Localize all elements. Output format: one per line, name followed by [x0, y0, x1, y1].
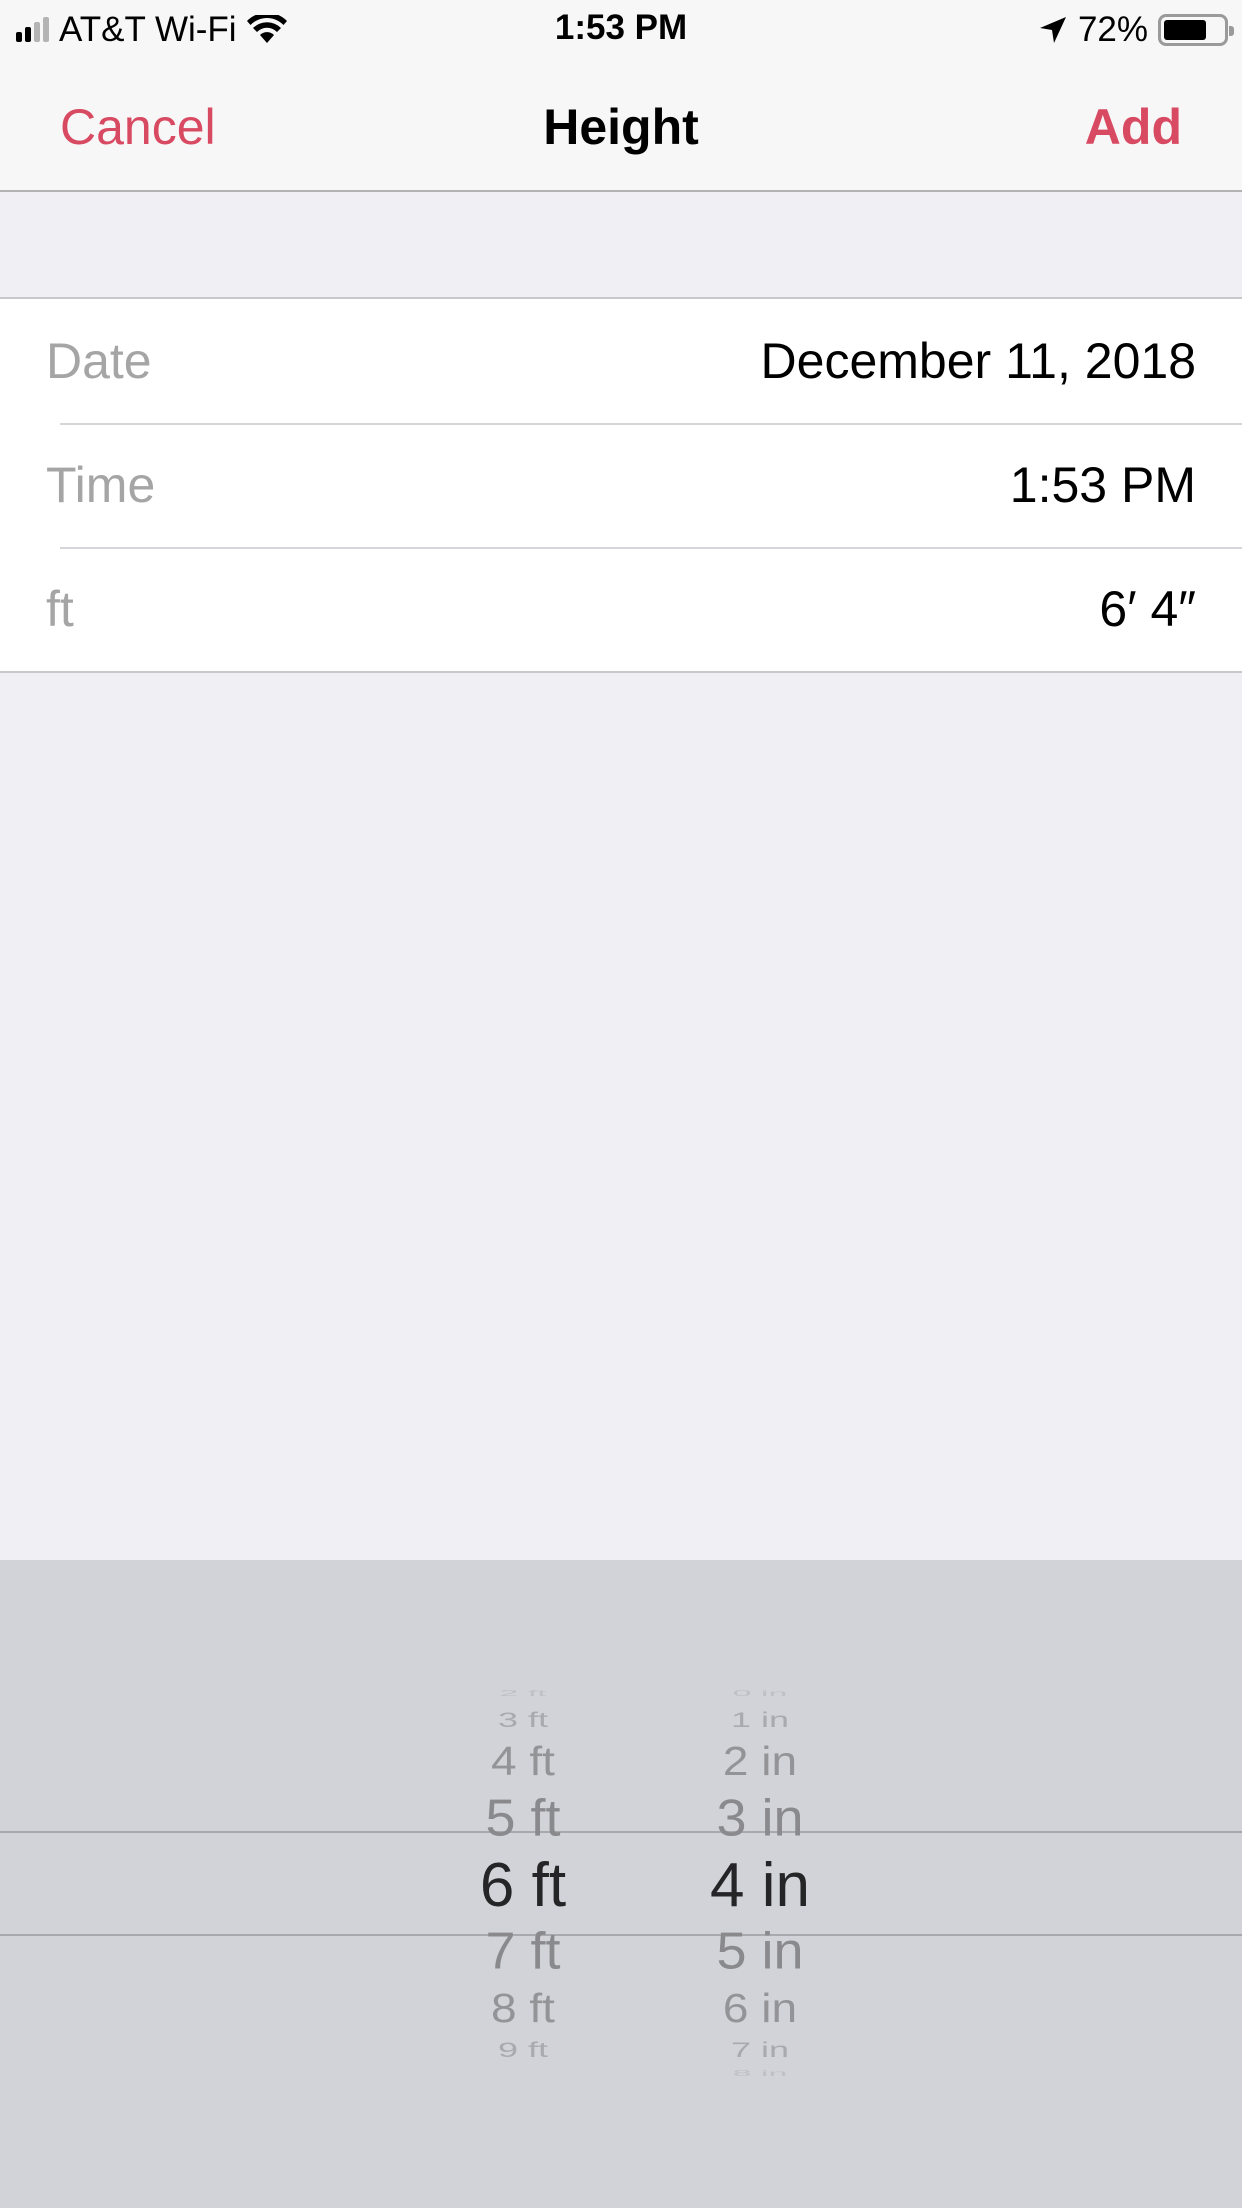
- time-row[interactable]: Time 1:53 PM: [0, 423, 1242, 547]
- inches-option-selected[interactable]: 4 in: [660, 1855, 860, 1917]
- feet-option[interactable]: 5 ft: [423, 1792, 623, 1844]
- wifi-icon: [246, 15, 287, 43]
- feet-option-selected[interactable]: 6 ft: [423, 1855, 623, 1917]
- status-bar: AT&T Wi-Fi 1:53 PM 72%: [0, 0, 1242, 60]
- cancel-button[interactable]: Cancel: [60, 98, 216, 156]
- inches-option[interactable]: 8 in: [660, 2069, 860, 2078]
- inches-option[interactable]: 1 in: [660, 1709, 860, 1731]
- time-value: 1:53 PM: [1009, 457, 1196, 513]
- add-button[interactable]: Add: [1085, 98, 1182, 156]
- navigation-bar: Cancel Height Add: [0, 60, 1242, 192]
- inches-wheel[interactable]: 0 in 1 in 2 in 3 in 4 in 5 in 6 in 7 in 8 in: [660, 1560, 860, 2208]
- feet-option[interactable]: 8 ft: [423, 1988, 623, 2028]
- height-unit-label: ft: [46, 581, 74, 637]
- inches-option[interactable]: 5 in: [660, 1925, 860, 1977]
- battery-nub: [1229, 26, 1234, 36]
- status-time: 1:53 PM: [554, 8, 688, 47]
- height-row[interactable]: ft 6′ 4″: [0, 547, 1242, 671]
- battery-fill: [1164, 20, 1206, 40]
- location-arrow-icon: [1039, 17, 1066, 43]
- feet-option[interactable]: 4 ft: [423, 1741, 623, 1781]
- inches-option[interactable]: 7 in: [660, 2039, 860, 2061]
- inches-option[interactable]: 6 in: [660, 1988, 860, 2028]
- feet-option[interactable]: 9 ft: [423, 2039, 623, 2061]
- height-entry-form: Date December 11, 2018 Time 1:53 PM ft 6…: [0, 297, 1242, 673]
- feet-option[interactable]: 7 ft: [423, 1925, 623, 1977]
- time-label: Time: [46, 457, 156, 513]
- height-value: 6′ 4″: [1099, 581, 1196, 637]
- height-picker[interactable]: 2 ft 3 ft 4 ft 5 ft 6 ft 7 ft 8 ft 9 ft 0 in 1 i…: [0, 1560, 1242, 2208]
- battery-icon: [1158, 14, 1234, 46]
- inches-option[interactable]: 0 in: [660, 1689, 860, 1698]
- battery-percent: 72%: [1077, 10, 1148, 49]
- status-left: AT&T Wi-Fi: [16, 10, 287, 50]
- status-right: 72%: [1038, 10, 1234, 50]
- feet-wheel[interactable]: 2 ft 3 ft 4 ft 5 ft 6 ft 7 ft 8 ft 9 ft: [423, 1560, 623, 2208]
- inches-option[interactable]: 3 in: [660, 1792, 860, 1844]
- feet-option[interactable]: 3 ft: [423, 1709, 623, 1731]
- feet-option[interactable]: 2 ft: [423, 1689, 623, 1698]
- carrier-label: AT&T Wi-Fi: [59, 10, 237, 49]
- signal-icon: [16, 17, 49, 42]
- date-label: Date: [46, 333, 152, 389]
- date-value: December 11, 2018: [760, 333, 1196, 389]
- date-row[interactable]: Date December 11, 2018: [0, 299, 1242, 423]
- inches-option[interactable]: 2 in: [660, 1741, 860, 1781]
